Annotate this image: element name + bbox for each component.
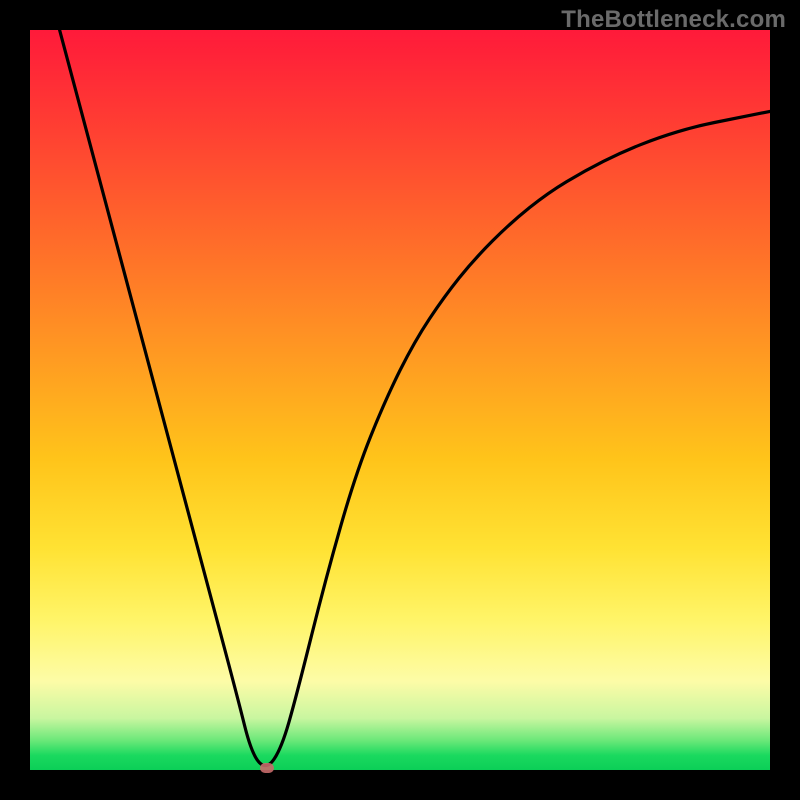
curve-svg bbox=[30, 30, 770, 770]
chart-frame: TheBottleneck.com bbox=[0, 0, 800, 800]
bottleneck-curve bbox=[60, 30, 770, 766]
plot-area bbox=[30, 30, 770, 770]
minimum-marker bbox=[260, 763, 274, 773]
